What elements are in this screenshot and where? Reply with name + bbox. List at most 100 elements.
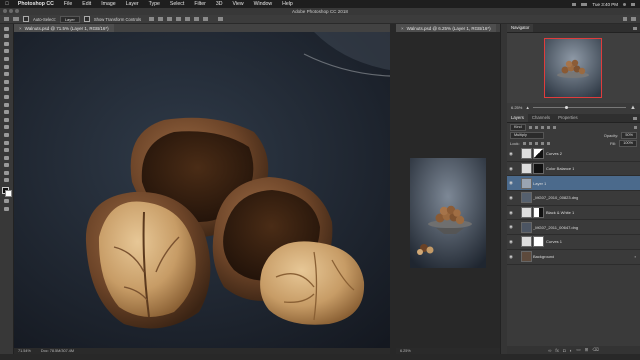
hand-tool-icon[interactable] (3, 162, 10, 168)
distribute-icon[interactable] (203, 17, 209, 21)
move-tool-icon[interactable] (3, 26, 10, 32)
auto-select-dropdown[interactable]: Layer (59, 15, 80, 23)
visibility-eye-icon[interactable]: ◉ (507, 166, 515, 172)
crop-tool-icon[interactable] (3, 56, 10, 62)
quick-mask-icon[interactable] (3, 198, 10, 204)
filter-pixel-icon[interactable] (528, 125, 532, 129)
layer-thumbnail[interactable] (521, 251, 532, 263)
lock-pixels-icon[interactable] (528, 141, 532, 145)
tab-properties[interactable]: Properties (554, 114, 582, 122)
zoom-out-icon[interactable]: ▴ (526, 105, 529, 111)
align-right-icon[interactable] (167, 17, 173, 21)
document-canvas[interactable] (14, 32, 390, 348)
mask-icon[interactable]: ◘ (563, 348, 566, 353)
layer-name[interactable]: Black & White 1 (546, 210, 574, 215)
layer-row[interactable]: ◉ _MG07_2011_00647.dng (507, 220, 640, 236)
tab-layers[interactable]: Layers (507, 114, 528, 122)
menu-layer[interactable]: Layer (121, 1, 144, 7)
layer-name[interactable]: Color Balance 1 (546, 166, 574, 171)
eraser-tool-icon[interactable] (3, 102, 10, 108)
shape-tool-icon[interactable] (3, 155, 10, 161)
layer-row[interactable]: ◉ _MG07_2010_00823.dng (507, 191, 640, 206)
layer-filter-dropdown[interactable]: Kind (510, 123, 526, 131)
layer-row[interactable]: ◉ Black & White 1 (507, 206, 640, 221)
tab-channels[interactable]: Channels (528, 114, 554, 122)
panel-menu-icon[interactable] (633, 26, 637, 30)
spotlight-icon[interactable] (623, 2, 626, 6)
visibility-eye-icon[interactable]: ◉ (507, 195, 515, 201)
menu-window[interactable]: Window (249, 1, 277, 7)
menu-edit[interactable]: Edit (77, 1, 96, 7)
pen-tool-icon[interactable] (3, 132, 10, 138)
layer-name[interactable]: Background (533, 254, 554, 259)
layer-thumbnail[interactable] (521, 177, 532, 189)
close-icon[interactable]: × (401, 26, 404, 31)
align-center-icon[interactable] (158, 17, 164, 21)
filter-adjustment-icon[interactable] (534, 125, 538, 129)
zoom-level[interactable]: 71.54% (18, 349, 31, 353)
layer-name[interactable]: Curves 1 (546, 239, 562, 244)
visibility-eye-icon[interactable]: ◉ (507, 254, 515, 260)
lock-transparency-icon[interactable] (522, 141, 526, 145)
menu-list-icon[interactable] (631, 2, 635, 6)
path-select-tool-icon[interactable] (3, 147, 10, 153)
blur-tool-icon[interactable] (3, 117, 10, 123)
window-zoom-button[interactable] (15, 9, 19, 13)
navigator-zoom-value[interactable]: 6.25% (511, 105, 522, 110)
filter-type-icon[interactable] (540, 125, 544, 129)
layer-name[interactable]: Layer 1 (533, 181, 546, 186)
navigator-view-box[interactable] (544, 38, 602, 98)
layer-mask-thumbnail[interactable] (533, 236, 544, 248)
layer-row-selected[interactable]: ◉ Layer 1 (507, 176, 640, 192)
layer-row[interactable]: ◉ Color Balance 1 (507, 162, 640, 177)
menu-help[interactable]: Help (277, 1, 298, 7)
window-close-button[interactable] (3, 9, 7, 13)
fx-icon[interactable]: fx (555, 348, 559, 353)
visibility-eye-icon[interactable]: ◉ (507, 239, 515, 245)
new-layer-icon[interactable]: ⊞ (585, 347, 589, 353)
healing-brush-tool-icon[interactable] (3, 71, 10, 77)
dodge-tool-icon[interactable] (3, 124, 10, 130)
panel-menu-icon[interactable] (633, 116, 637, 120)
align-middle-icon[interactable] (185, 17, 191, 21)
tab-navigator[interactable]: Navigator (507, 24, 534, 32)
zoom-tool-icon[interactable] (3, 170, 10, 176)
clone-stamp-tool-icon[interactable] (3, 86, 10, 92)
layer-mask-thumbnail[interactable] (533, 148, 544, 160)
document2-canvas[interactable] (396, 32, 500, 348)
opacity-field[interactable]: 50% (621, 131, 637, 139)
filter-smart-object-icon[interactable] (552, 125, 556, 129)
menubar-clock[interactable]: Tue 3:40 PM (592, 2, 618, 7)
zoom-in-icon[interactable]: ▲ (630, 105, 636, 111)
apple-icon[interactable]:  (0, 1, 14, 7)
marquee-tool-icon[interactable] (3, 33, 10, 39)
background-color-swatch[interactable] (5, 190, 12, 198)
layer-name[interactable]: _MG07_2011_00647.dng (533, 225, 578, 230)
menu-select[interactable]: Select (165, 1, 189, 7)
brush-tool-icon[interactable] (3, 79, 10, 85)
menu-type[interactable]: Type (144, 1, 165, 7)
menu-filter[interactable]: Filter (189, 1, 211, 7)
visibility-eye-icon[interactable]: ◉ (507, 151, 515, 157)
layer-row[interactable]: ◉ Curves 1 (507, 235, 640, 250)
layer-thumbnail[interactable] (521, 221, 532, 233)
app-menu[interactable]: Photoshop CC (14, 1, 59, 7)
auto-select-checkbox[interactable] (23, 16, 29, 22)
fill-field[interactable]: 100% (619, 139, 637, 147)
gradient-tool-icon[interactable] (3, 109, 10, 115)
layer-row[interactable]: ◉ Background ▪ (507, 250, 640, 265)
blend-mode-dropdown[interactable]: Multiply (510, 131, 544, 139)
navigator-zoom-handle[interactable] (564, 105, 568, 109)
adjustment-icon[interactable]: ◐ (570, 348, 573, 353)
zoom-level-2[interactable]: 6.25% (400, 349, 411, 353)
navigator-preview[interactable] (507, 33, 640, 103)
layer-mask-thumbnail[interactable] (533, 207, 544, 219)
battery-icon[interactable] (581, 2, 588, 6)
screen-mode-icon[interactable] (3, 206, 10, 212)
home-icon[interactable] (4, 17, 9, 21)
visibility-eye-icon[interactable]: ◉ (507, 180, 515, 186)
layer-name[interactable]: Curves 2 (546, 151, 562, 156)
3d-mode-icon[interactable] (218, 17, 224, 21)
lock-all-icon[interactable] (546, 141, 550, 145)
document-tab[interactable]: × Walnuts.psd @ 71.5% (Layer 1, RGB/16*) (14, 24, 114, 32)
